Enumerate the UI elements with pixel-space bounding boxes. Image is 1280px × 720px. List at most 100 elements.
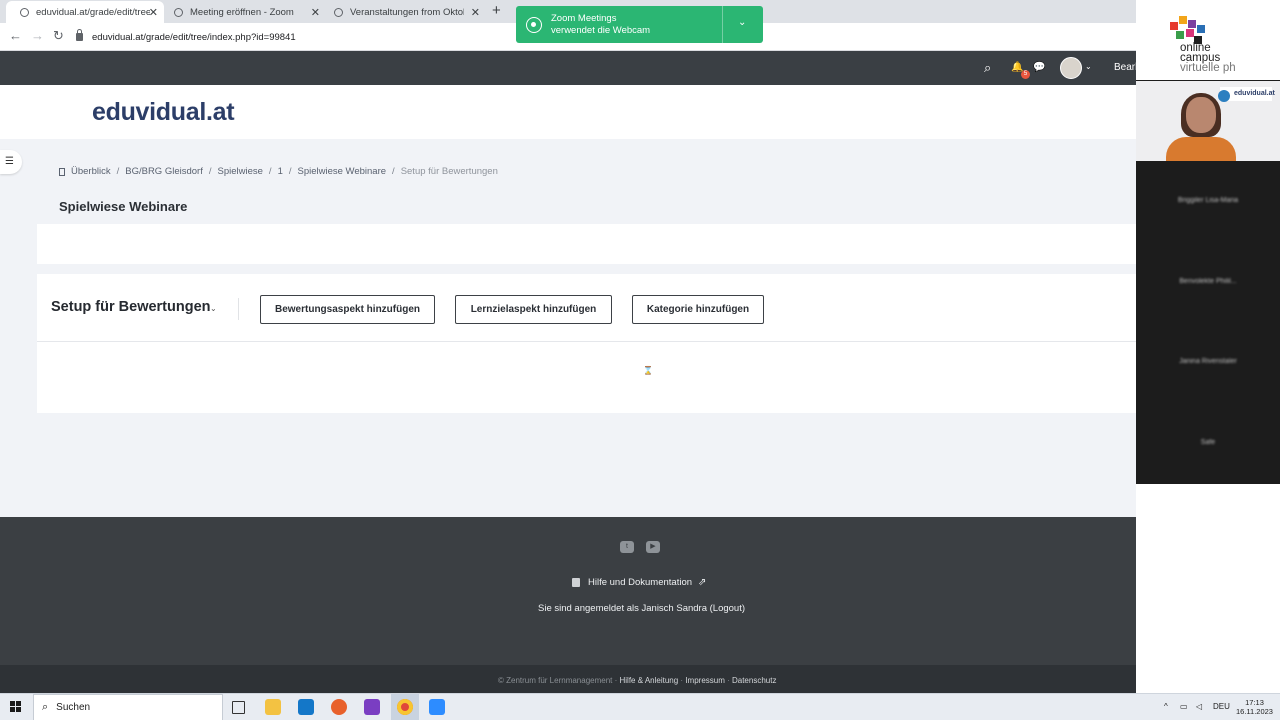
tab-label: eduvidual.at/grade/edit/tree/inde (36, 6, 150, 18)
course-index-toggle[interactable]: ☰ (0, 150, 22, 174)
app-icon[interactable] (364, 699, 380, 715)
external-link-icon: ⇗ (698, 577, 707, 588)
notification-count-badge: 5 (1021, 70, 1030, 79)
system-clock[interactable]: 17:13 16.11.2023 (1236, 698, 1273, 716)
tab-label: Veranstaltungen from Oktober (350, 6, 464, 18)
legal-separator: · (612, 676, 620, 685)
book-icon (572, 578, 580, 587)
site-favicon-icon (20, 7, 29, 17)
breadcrumb-separator: / (116, 166, 120, 177)
chevron-down-icon[interactable]: ⌄ (210, 304, 217, 313)
file-explorer-icon[interactable] (265, 699, 281, 715)
tray-chevron-icon[interactable]: ^ (1164, 702, 1168, 711)
chrome-icon[interactable] (397, 699, 413, 715)
breadcrumb-item[interactable]: 1 (278, 166, 283, 177)
globe-icon (174, 7, 183, 17)
windows-start-icon[interactable] (10, 701, 22, 713)
mini-logo: eduvidual.at (1234, 90, 1275, 97)
participant-name[interactable]: Benvolekte Philil... (1136, 278, 1280, 285)
taskbar-search-input[interactable]: ⌕ Suchen (33, 694, 223, 720)
chat-icon[interactable]: 💬 (1033, 62, 1045, 73)
legal-link-privacy[interactable]: Datenschutz (732, 676, 776, 685)
close-tab-icon[interactable]: ✕ (311, 6, 320, 19)
help-link[interactable]: Hilfe und Dokumentation ⇗ (572, 577, 706, 588)
firefox-icon[interactable] (331, 699, 347, 715)
search-icon[interactable]: ⌕ (984, 60, 991, 76)
tertiary-nav: Setup für Bewertungen ⌄ Bewertungsaspekt… (37, 274, 1136, 342)
site-logo[interactable]: eduvidual.at (92, 98, 235, 127)
tab-zoom-meeting[interactable]: Meeting eröffnen - Zoom ✕ (160, 1, 326, 23)
tab-eduvidual[interactable]: eduvidual.at/grade/edit/tree/inde ✕ (6, 1, 164, 23)
notification-divider (722, 6, 723, 43)
breadcrumb-item[interactable]: Spielwiese Webinare (298, 166, 387, 177)
loading-cursor-icon: ⌛ (643, 366, 653, 375)
legal-bar: © Zentrum für Lernmanagement · Hilfe & A… (0, 665, 1136, 693)
add-outcome-item-button[interactable]: Lernzielaspekt hinzufügen (455, 295, 612, 324)
outlook-icon[interactable] (298, 699, 314, 715)
pin-icon (1218, 90, 1230, 102)
breadcrumb-item[interactable]: BG/BRG Gleisdorf (125, 166, 203, 177)
search-icon: ⌕ (42, 701, 49, 713)
clock-time: 17:13 (1245, 698, 1264, 707)
avatar[interactable] (1060, 57, 1082, 79)
youtube-icon[interactable]: ▶ (646, 541, 660, 553)
participant-name[interactable]: Janina Rivenstaler (1136, 358, 1280, 365)
logged-in-info[interactable]: Sie sind angemeldet als Janisch Sandra (… (538, 603, 745, 614)
add-category-button[interactable]: Kategorie hinzufügen (632, 295, 764, 324)
zoom-webcam-notification[interactable]: Zoom Meetings verwendet die Webcam ⌄ (516, 6, 763, 43)
chevron-down-icon[interactable]: ⌄ (738, 17, 746, 28)
dashboard-icon (59, 167, 65, 176)
add-grade-item-button[interactable]: Bewertungsaspekt hinzufügen (260, 295, 435, 324)
tab-veranstaltungen[interactable]: Veranstaltungen from Oktober ✕ (320, 1, 486, 23)
participant-video[interactable]: eduvidual.at (1136, 81, 1280, 161)
gradebook-setup-card: Setup für Bewertungen ⌄ Bewertungsaspekt… (37, 274, 1136, 413)
legal-link-imprint[interactable]: Impressum (685, 676, 725, 685)
participant-name[interactable]: Briggiler Lisa-Maria (1136, 197, 1280, 204)
language-indicator[interactable]: DEU (1213, 702, 1230, 711)
forward-arrow-icon[interactable]: → (31, 28, 44, 43)
breadcrumb-separator: / (268, 166, 272, 177)
breadcrumb-item[interactable]: Überblick (71, 166, 111, 177)
notification-message: verwendet die Webcam (551, 24, 651, 36)
task-view-icon[interactable] (232, 701, 245, 714)
help-link-label: Hilfe und Dokumentation (588, 577, 693, 588)
clock-date: 16.11.2023 (1236, 707, 1273, 716)
volume-icon[interactable]: ◁ (1196, 702, 1202, 711)
legal-link-help[interactable]: Hilfe & Anleitung (620, 676, 679, 685)
twitter-icon[interactable]: t (620, 541, 634, 553)
breadcrumb-separator: / (208, 166, 212, 177)
webcam-icon (526, 16, 542, 33)
windows-taskbar: ⌕ Suchen ^ ▭ ◁ DEU 17:13 16.11.2023 (0, 693, 1280, 720)
participant-name[interactable]: Safe (1136, 439, 1280, 446)
notification-title: Zoom Meetings (551, 12, 617, 24)
page-title: Spielwiese Webinare (59, 199, 188, 214)
network-icon[interactable]: ▭ (1180, 702, 1188, 711)
breadcrumb-current: Setup für Bewertungen (400, 166, 498, 177)
gradebook-selector[interactable]: Setup für Bewertungen (51, 299, 211, 315)
online-campus-logo: online campus virtuelle ph (1136, 0, 1280, 80)
breadcrumb: Überblick / BG/BRG Gleisdorf / Spielwies… (59, 166, 498, 177)
chevron-down-icon[interactable]: ⌄ (1085, 62, 1092, 71)
legal-separator: · (724, 676, 732, 685)
breadcrumb-separator: / (288, 166, 292, 177)
close-tab-icon[interactable]: ✕ (471, 6, 480, 19)
tab-label: Meeting eröffnen - Zoom (190, 6, 294, 18)
page-footer: t ▶ Hilfe und Dokumentation ⇗ Sie sind a… (0, 517, 1136, 665)
page-content: ☰ Überblick / BG/BRG Gleisdorf / Spielwi… (0, 139, 1136, 517)
reload-icon[interactable]: ↻ (53, 28, 64, 44)
back-arrow-icon[interactable]: ← (9, 28, 22, 43)
list-icon: ☰ (5, 156, 14, 167)
zoom-video-panel: online campus virtuelle ph eduvidual.at … (1136, 0, 1280, 484)
new-tab-button[interactable]: + (492, 2, 501, 19)
lock-icon (76, 29, 83, 41)
site-navbar: ⌕ 🔔 5 💬 ⌄ Bearb (0, 51, 1141, 85)
copyright-text: © Zentrum für Lernmanagement (498, 676, 613, 685)
zoom-icon[interactable] (429, 699, 445, 715)
close-tab-icon[interactable]: ✕ (149, 6, 158, 19)
site-favicon-icon (334, 7, 343, 17)
logo-text-virtuelle-ph: virtuelle ph (1180, 62, 1236, 74)
breadcrumb-item[interactable]: Spielwiese (218, 166, 263, 177)
search-placeholder: Suchen (56, 702, 91, 713)
url-text: eduvidual.at/grade/edit/tree/index.php?i… (92, 31, 296, 43)
secondary-nav-card (37, 224, 1136, 264)
